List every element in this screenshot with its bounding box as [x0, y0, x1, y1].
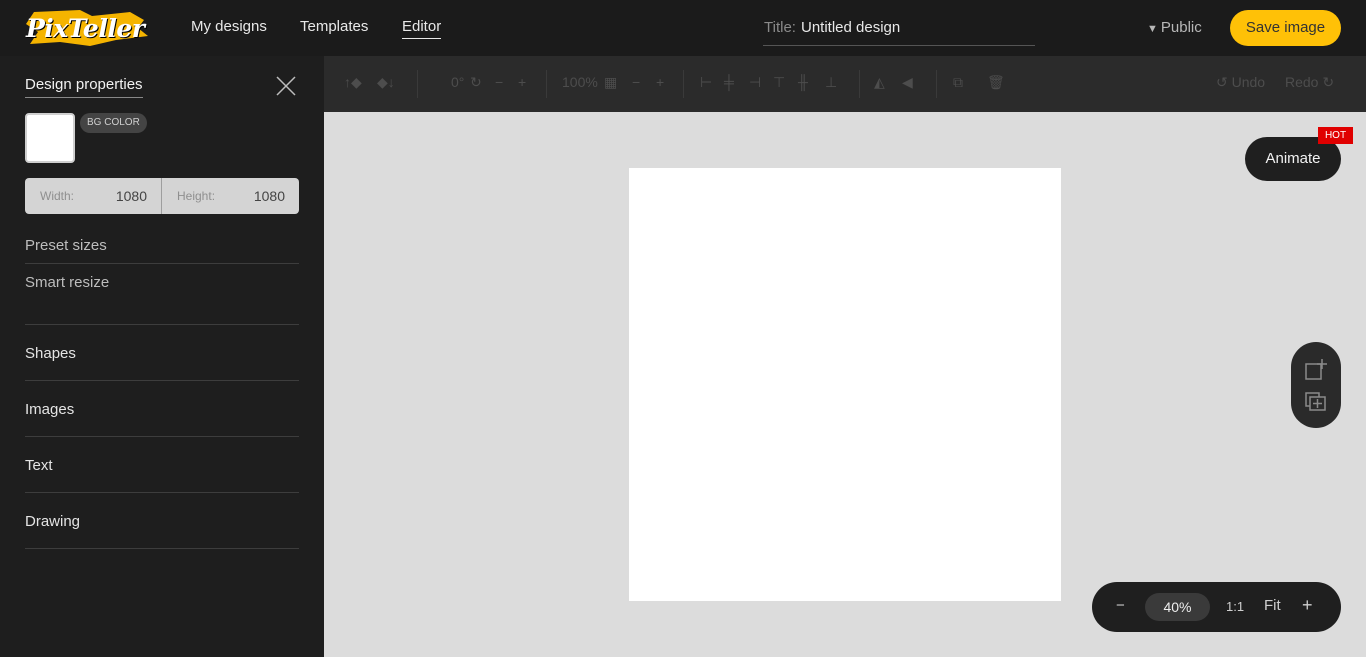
rotation-plus-icon[interactable]: + [518, 74, 526, 90]
align-middle-icon[interactable]: ╫ [798, 74, 808, 90]
duplicate-page-icon [1305, 392, 1326, 411]
design-title-field[interactable]: Title: Untitled design [763, 10, 1035, 46]
height-field[interactable]: Height: 1080 [162, 178, 299, 214]
nav-my-designs[interactable]: My designs [191, 18, 267, 35]
height-label: Height: [177, 189, 216, 203]
rotation-minus-icon[interactable]: − [495, 74, 503, 90]
toolbar-separator [546, 70, 547, 98]
logo-text: PixTeller [26, 14, 145, 43]
nav-templates[interactable]: Templates [300, 18, 368, 35]
bg-color-swatch[interactable] [25, 113, 75, 163]
duplicate-page-button[interactable] [1305, 389, 1327, 411]
redo-label: Redo [1285, 74, 1319, 90]
rotate-icon[interactable]: ↻ [470, 74, 482, 91]
divider [25, 380, 299, 381]
bring-forward-icon[interactable]: ↑◆ [344, 74, 362, 91]
opacity-minus-icon[interactable]: − [632, 74, 640, 90]
panel-title: Design properties [25, 76, 143, 98]
zoom-in-button[interactable]: + [1302, 595, 1313, 616]
height-value[interactable]: 1080 [254, 188, 285, 204]
save-image-button[interactable]: Save image [1230, 10, 1341, 46]
opacity-value[interactable]: 100% [562, 74, 598, 90]
zoom-out-button[interactable]: − [1116, 597, 1125, 614]
close-panel-button[interactable] [275, 75, 297, 97]
zoom-value[interactable]: 40% [1145, 593, 1210, 621]
delete-icon[interactable]: 🗑 [987, 74, 1005, 91]
flip-horizontal-icon[interactable]: ◭ [874, 74, 885, 91]
opacity-checker-icon: ▦ [604, 74, 618, 90]
canvas-side-actions [1291, 342, 1341, 428]
title-label: Title: [764, 19, 796, 36]
zoom-fit-button[interactable]: Fit [1264, 597, 1281, 614]
undo-icon: ↺ [1216, 74, 1228, 90]
pixteller-logo[interactable]: PixTeller [20, 6, 150, 50]
dimensions-fields: Width: 1080 Height: 1080 [25, 178, 299, 214]
toolbar-separator [417, 70, 418, 98]
design-properties-panel: Design properties BG COLOR Width: 1080 H… [0, 56, 324, 657]
align-right-icon[interactable]: ⊣ [749, 74, 761, 91]
toolbar-separator [859, 70, 860, 98]
divider [25, 436, 299, 437]
editor-toolbar: ↑◆ ◆↓ 0° ↻ − + 100% ▦ − + ⊢ ╪ ⊣ ⊤ ╫ ⊥ ◭ … [324, 56, 1366, 112]
duplicate-icon[interactable]: ⧉ [953, 74, 963, 91]
add-page-button[interactable] [1305, 358, 1327, 380]
zoom-controls: − 40% 1:1 Fit + [1092, 582, 1341, 632]
add-page-icon [1305, 359, 1327, 380]
align-left-icon[interactable]: ⊢ [700, 74, 712, 91]
section-images[interactable]: Images [25, 401, 74, 418]
width-label: Width: [40, 189, 75, 203]
hot-badge: HOT [1318, 127, 1353, 144]
redo-button[interactable]: Redo ↻ [1285, 74, 1334, 91]
undo-label: Undo [1231, 74, 1266, 90]
flip-vertical-icon[interactable]: ◀ [902, 74, 913, 91]
width-field[interactable]: Width: 1080 [25, 178, 162, 214]
visibility-dropdown[interactable]: ▼ Public [1147, 19, 1202, 36]
close-icon [276, 76, 296, 96]
zoom-one-to-one-button[interactable]: 1:1 [1226, 599, 1244, 614]
width-value[interactable]: 1080 [116, 188, 147, 204]
preset-sizes-link[interactable]: Preset sizes [25, 237, 107, 254]
divider [25, 548, 299, 549]
smart-resize-link[interactable]: Smart resize [25, 274, 109, 291]
visibility-label: Public [1160, 19, 1202, 36]
divider [25, 263, 299, 264]
title-value[interactable]: Untitled design [801, 19, 900, 36]
opacity-plus-icon[interactable]: + [656, 74, 664, 90]
rotation-value[interactable]: 0° [451, 74, 464, 90]
divider [25, 324, 299, 325]
caret-down-icon: ▼ [1147, 23, 1158, 35]
section-drawing[interactable]: Drawing [25, 513, 80, 530]
top-bar: PixTeller My designs Templates Editor Ti… [0, 0, 1366, 56]
redo-icon: ↻ [1322, 74, 1335, 90]
design-canvas[interactable] [629, 168, 1061, 601]
undo-button[interactable]: ↺ Undo [1216, 74, 1265, 91]
align-center-icon[interactable]: ╪ [724, 74, 734, 90]
bg-color-label: BG COLOR [80, 113, 147, 133]
section-shapes[interactable]: Shapes [25, 345, 76, 362]
align-top-icon[interactable]: ⊤ [773, 74, 785, 91]
divider [25, 492, 299, 493]
send-backward-icon[interactable]: ◆↓ [377, 74, 395, 91]
section-text[interactable]: Text [25, 457, 53, 474]
toolbar-separator [936, 70, 937, 98]
toolbar-separator [683, 70, 684, 98]
nav-editor[interactable]: Editor [402, 18, 442, 39]
align-bottom-icon[interactable]: ⊥ [825, 74, 837, 91]
